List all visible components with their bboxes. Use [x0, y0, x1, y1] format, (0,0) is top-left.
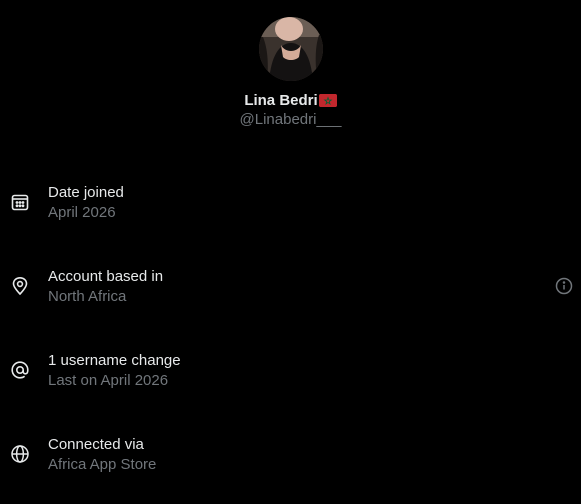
username-change-title: 1 username change [48, 352, 181, 369]
username-change-row: 1 username change Last on April 2026 [0, 340, 581, 400]
date-joined-value: April 2026 [48, 204, 116, 221]
username-change-value: Last on April 2026 [48, 372, 169, 389]
display-name-row: Lina Bedri [244, 90, 337, 110]
handle[interactable]: @Linabedri___ [240, 111, 342, 128]
display-name: Lina Bedri [244, 91, 318, 109]
morocco-flag-icon [318, 93, 337, 107]
avatar-image [258, 17, 323, 81]
date-joined-row: Date joined April 2026 [0, 172, 581, 232]
globe-icon [10, 444, 30, 464]
connected-via-value: Africa App Store [48, 456, 157, 473]
avatar[interactable] [258, 17, 323, 81]
calendar-icon [10, 192, 30, 212]
profile-header: Lina Bedri @Linabedri___ [0, 0, 581, 128]
connected-via-row: Connected via Africa App Store [0, 424, 581, 484]
account-based-in-row: Account based in North Africa [0, 256, 581, 316]
account-based-in-title: Account based in [48, 268, 164, 285]
info-circle-icon[interactable] [555, 277, 573, 295]
at-sign-icon [10, 360, 30, 380]
date-joined-title: Date joined [48, 184, 124, 201]
location-pin-icon [10, 276, 30, 296]
account-based-in-value: North Africa [48, 288, 127, 305]
connected-via-title: Connected via [48, 436, 144, 453]
